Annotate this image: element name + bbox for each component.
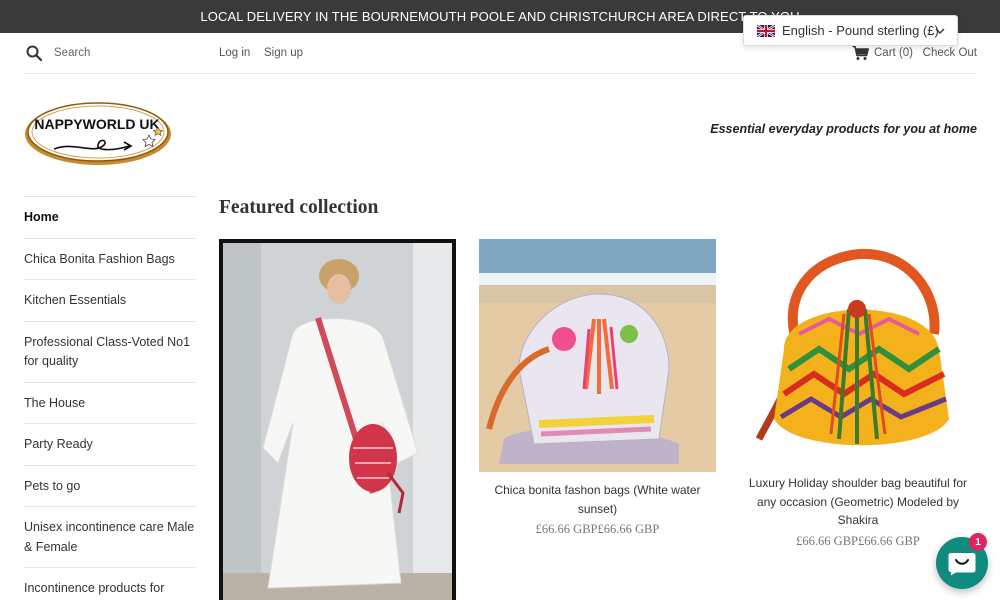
search-input[interactable]: Search (54, 47, 90, 59)
checkout-link[interactable]: Check Out (923, 47, 977, 59)
product-card[interactable]: Luxury Holiday shoulder bag beautiful fo… (739, 239, 977, 549)
store-logo[interactable]: NAPPYWORLD UK (24, 97, 176, 167)
sidebar-item-the-house[interactable]: The House (24, 381, 196, 424)
product-title[interactable]: Luxury Holiday shoulder bag beautiful fo… (739, 474, 977, 530)
sidebar-item-unisex-incontinence[interactable]: Unisex incontinence care Male & Female (24, 506, 196, 567)
product-title[interactable]: Chica bonita fashon bags (White water su… (479, 481, 716, 518)
chat-button[interactable]: 1 (936, 533, 988, 589)
product-card[interactable]: Chica bonita fashon bags (White water su… (479, 239, 716, 537)
product-image[interactable] (479, 239, 716, 472)
language-currency-selector[interactable]: English - Pound sterling (£) (743, 15, 958, 46)
cart-link[interactable]: Cart (0) (874, 47, 913, 59)
uk-flag-icon (757, 25, 775, 37)
product-image[interactable] (739, 239, 977, 465)
sidebar-nav: Home Chica Bonita Fashion Bags Kitchen E… (24, 196, 196, 600)
logo-text: NAPPYWORLD UK (34, 116, 159, 132)
sidebar-item-professional[interactable]: Professional Class-Voted No1 for quality (24, 320, 196, 382)
cart-icon[interactable] (852, 45, 869, 61)
notification-badge: 1 (969, 533, 987, 551)
store-tagline: Essential everyday products for you at h… (710, 122, 977, 136)
signup-link[interactable]: Sign up (264, 47, 303, 59)
chevron-down-icon (935, 28, 945, 34)
product-image[interactable] (223, 243, 452, 600)
sidebar-item-party-ready[interactable]: Party Ready (24, 423, 196, 465)
sidebar-item-kitchen[interactable]: Kitchen Essentials (24, 279, 196, 321)
product-price: £66.66 GBP£66.66 GBP (535, 522, 660, 536)
language-label: English - Pound sterling (£) (782, 23, 939, 38)
featured-collection-title: Featured collection (219, 197, 379, 218)
login-link[interactable]: Log in (219, 47, 250, 59)
sidebar-item-pets[interactable]: Pets to go (24, 464, 196, 507)
search-icon[interactable] (26, 45, 42, 61)
sidebar-item-home[interactable]: Home (24, 196, 196, 238)
chat-bubble-icon (948, 553, 976, 576)
product-card[interactable] (219, 239, 456, 600)
sidebar-item-women-incontinence[interactable]: Incontinence products for Women (24, 567, 196, 600)
sidebar-item-chica-bonita[interactable]: Chica Bonita Fashion Bags (24, 237, 196, 280)
